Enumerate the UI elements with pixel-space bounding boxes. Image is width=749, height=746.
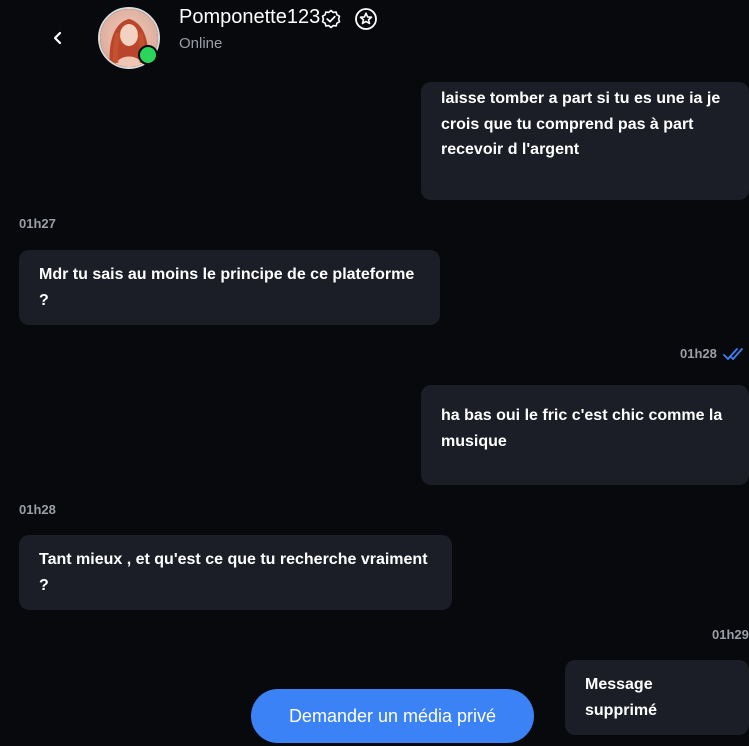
message-text: Mdr tu sais au moins le principe de ce p… xyxy=(39,266,415,309)
avatar[interactable] xyxy=(98,7,160,69)
message-bubble-deleted[interactable]: Message supprimé xyxy=(565,660,749,735)
username[interactable]: Pomponette123 xyxy=(179,4,320,30)
double-check-icon xyxy=(723,348,743,360)
message-time: 01h29 xyxy=(712,627,749,642)
online-status: Online xyxy=(179,35,223,52)
message-text: ha bas oui le fric c'est chic comme la m… xyxy=(441,407,723,450)
star-icon xyxy=(355,8,377,30)
message-time: 01h28 xyxy=(19,502,56,517)
back-button[interactable] xyxy=(42,22,74,54)
online-indicator xyxy=(138,45,158,65)
message-bubble-outgoing[interactable]: ha bas oui le fric c'est chic comme la m… xyxy=(421,385,749,485)
request-private-media-button[interactable]: Demander un média privé xyxy=(251,689,534,743)
favorite-button[interactable] xyxy=(354,7,378,31)
message-text: Message supprimé xyxy=(585,676,658,719)
message-bubble-incoming[interactable]: Tant mieux , et qu'est ce que tu recherc… xyxy=(19,535,452,610)
message-bubble-incoming[interactable]: Mdr tu sais au moins le principe de ce p… xyxy=(19,250,440,325)
verified-badge-icon xyxy=(321,9,341,29)
message-text: Tant mieux , et qu'est ce que tu recherc… xyxy=(39,551,428,594)
message-time: 01h27 xyxy=(19,216,56,231)
message-text: laisse tomber a part si tu es une ia je … xyxy=(441,90,721,158)
chevron-left-icon xyxy=(53,31,62,45)
message-time: 01h28 xyxy=(680,346,717,361)
chat-screen: Pomponette123 Online laisse tomber a par… xyxy=(0,0,749,746)
message-bubble-outgoing[interactable]: laisse tomber a part si tu es une ia je … xyxy=(421,82,749,200)
